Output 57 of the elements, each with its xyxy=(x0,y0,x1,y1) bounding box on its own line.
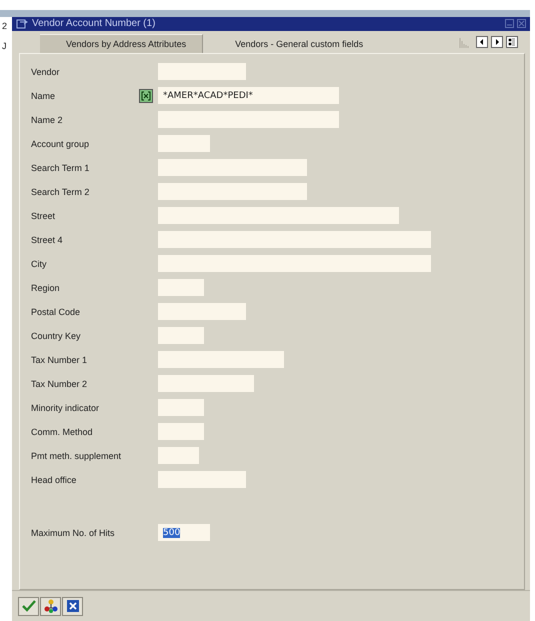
field-label: Tax Number 2 xyxy=(31,378,88,389)
input-field[interactable] xyxy=(158,471,246,488)
hierarchy-icon xyxy=(44,599,58,614)
field-label: Name 2 xyxy=(31,114,64,125)
tab[interactable]: Vendors by Address Attributes xyxy=(40,34,204,53)
input-field[interactable]: 500 xyxy=(158,524,210,542)
field-label: Search Term 1 xyxy=(31,162,90,173)
field-label: Vendor xyxy=(31,66,61,77)
input-field[interactable] xyxy=(158,255,431,272)
field-label: City xyxy=(31,258,48,269)
field-label: Comm. Method xyxy=(31,426,94,437)
confirm-button[interactable] xyxy=(18,596,39,616)
minimize-icon[interactable] xyxy=(505,19,514,28)
field-label: Head office xyxy=(31,474,78,485)
multiple-selection-icon xyxy=(141,90,151,101)
scroll-right-icon[interactable] xyxy=(491,36,503,48)
close-icon[interactable] xyxy=(517,19,526,28)
field-label: Pmt meth. supplement xyxy=(31,450,122,461)
input-field[interactable] xyxy=(158,135,210,152)
field-label: Search Term 2 xyxy=(31,186,90,197)
field-label: Region xyxy=(31,282,61,293)
field-label: Tax Number 1 xyxy=(31,354,88,365)
field-label: Account group xyxy=(31,138,90,149)
background-text: J xyxy=(1,41,8,51)
input-field[interactable]: *AMER*ACAD*PEDI* xyxy=(158,87,339,104)
input-field[interactable] xyxy=(158,399,204,416)
multiple-selection-button[interactable] xyxy=(139,88,153,103)
field-label: Street xyxy=(31,210,56,221)
field-label: Country Key xyxy=(31,330,82,341)
input-field[interactable] xyxy=(158,303,246,320)
input-field[interactable] xyxy=(158,279,204,296)
field-label: Name xyxy=(31,90,56,101)
input-field[interactable] xyxy=(158,423,204,440)
window-title: Vendor Account Number (1) xyxy=(32,18,156,30)
background-text: 2 xyxy=(1,21,8,31)
close-icon xyxy=(66,600,78,612)
input-field[interactable] xyxy=(158,63,246,80)
input-field[interactable] xyxy=(158,351,284,368)
field-label: Postal Code xyxy=(31,306,82,317)
input-field[interactable] xyxy=(158,327,204,344)
tab-menu-icon[interactable] xyxy=(506,36,518,48)
input-field[interactable] xyxy=(158,375,254,392)
input-field[interactable] xyxy=(158,159,307,176)
input-field[interactable] xyxy=(158,111,339,128)
tab-list-icon[interactable] xyxy=(459,36,469,48)
field-label: Maximum No. of Hits xyxy=(31,528,116,538)
input-field[interactable] xyxy=(158,207,399,224)
window-icon xyxy=(16,18,28,29)
input-field[interactable] xyxy=(158,183,307,200)
cancel-button[interactable] xyxy=(62,596,83,616)
input-field[interactable] xyxy=(158,231,431,248)
input-field[interactable] xyxy=(158,447,199,464)
field-label: Street 4 xyxy=(31,234,64,245)
hierarchy-button[interactable] xyxy=(40,596,61,616)
checkmark-icon xyxy=(22,600,36,612)
field-label: Minority indicator xyxy=(31,402,100,413)
scroll-left-icon[interactable] xyxy=(476,36,488,48)
